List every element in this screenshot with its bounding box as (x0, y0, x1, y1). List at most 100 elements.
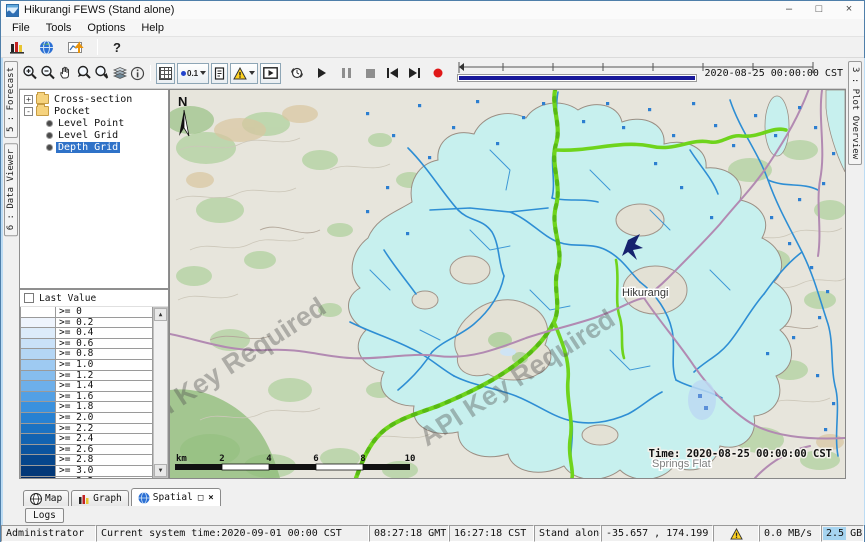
last-value-checkbox[interactable] (24, 293, 34, 303)
svg-text:4: 4 (266, 454, 272, 464)
tab-restore-icon[interactable]: □ (198, 493, 203, 503)
animation-settings-icon[interactable] (289, 63, 305, 84)
minimize-button[interactable]: – (774, 1, 804, 19)
status-memory: 2.5 GB (821, 525, 864, 542)
app-logo-icon (6, 4, 19, 17)
svg-text:6: 6 (313, 454, 318, 464)
menu-file[interactable]: File (4, 21, 38, 35)
maximize-button[interactable]: □ (804, 1, 834, 19)
node-bullet-icon (46, 132, 53, 139)
play-button[interactable] (315, 63, 329, 84)
menu-bar: File Tools Options Help (1, 19, 864, 36)
layers-icon[interactable] (112, 63, 128, 84)
legend-row[interactable]: >= 3.2 (20, 477, 153, 479)
status-mode: Stand alone (534, 525, 601, 542)
pause-button[interactable] (339, 63, 353, 84)
legend-scrollbar[interactable]: ▲ ▼ (153, 307, 168, 478)
legend-body: >= 0 >= 0.2 >= 0.4 >= 0.6 >= 0.8 >= 1.0 … (20, 307, 168, 478)
logs-row: Logs (19, 506, 846, 525)
last-value-label: Last Value (39, 293, 96, 304)
tab-spatial[interactable]: Spatial □ × (131, 488, 221, 506)
chevron-down-icon (200, 71, 206, 75)
status-coordinates: -35.657 , 174.199 (601, 525, 713, 542)
status-transfer-rate: 0.0 MB/s (759, 525, 821, 542)
skip-to-end-button[interactable] (407, 63, 421, 84)
left-dock-strip: 5 : Forecast 6 : Data Viewer (1, 58, 19, 525)
globe-icon (30, 493, 42, 505)
bar-chart-icon (78, 493, 90, 505)
tab-plot-overview[interactable]: 3 : Plot Overview (848, 61, 862, 165)
chevron-down-icon (249, 71, 255, 75)
tab-graph[interactable]: Graph (71, 490, 129, 506)
town-label: Hikurangi (622, 287, 668, 299)
zoom-previous-icon[interactable] (76, 63, 92, 84)
status-bar: Administrator Current system time:2020-0… (1, 525, 864, 542)
right-dock-strip: 3 : Plot Overview (846, 58, 865, 525)
map-time-label: Time: 2020-08-25 00:00:00 CST (649, 448, 832, 460)
svg-text:10: 10 (405, 454, 416, 464)
status-gmt-time: 08:27:18 GMT (369, 525, 449, 542)
labels-button[interactable] (211, 63, 228, 84)
node-bullet-icon (46, 120, 53, 127)
record-button[interactable] (431, 63, 445, 84)
warning-icon (730, 528, 743, 540)
bottom-tab-bar: Map Graph Spatial □ × (19, 488, 846, 506)
tree-item-level-grid[interactable]: Level Grid (20, 129, 168, 141)
collapse-icon[interactable]: - (24, 107, 33, 116)
status-system-time: Current system time:2020-09-01 00:00 CST (96, 525, 369, 542)
title-bar: Hikurangi FEWS (Stand alone) – □ × (1, 1, 864, 19)
menu-options[interactable]: Options (79, 21, 133, 35)
toolbar-separator (97, 39, 98, 55)
map-toolbar: 0.1 2020-08- (19, 58, 846, 89)
time-slider[interactable] (457, 61, 696, 85)
help-button[interactable]: ? (109, 40, 125, 55)
menu-help[interactable]: Help (133, 21, 172, 35)
tab-map[interactable]: Map (23, 490, 69, 506)
main-toolbar: ? (1, 36, 864, 58)
grid-display-button[interactable] (156, 63, 175, 84)
map-view[interactable]: API Key Required API Key Required N km 2… (169, 89, 846, 479)
zoom-out-icon[interactable] (40, 63, 56, 84)
status-local-time: 16:27:18 CST (449, 525, 534, 542)
thresholds-dropdown[interactable] (230, 63, 258, 84)
globe-display-icon[interactable] (36, 37, 57, 58)
status-user: Administrator (1, 525, 96, 542)
toolbar-separator (150, 65, 151, 81)
tree-item-depth-grid[interactable]: Depth Grid (20, 141, 168, 153)
tree-item-level-point[interactable]: Level Point (20, 117, 168, 129)
folder-icon (36, 94, 49, 104)
svg-text:8: 8 (360, 454, 365, 464)
database-viewer-icon[interactable] (7, 37, 28, 58)
tab-close-icon[interactable]: × (208, 493, 213, 503)
animate-window-button[interactable] (260, 63, 281, 84)
skip-to-start-button[interactable] (385, 63, 399, 84)
map-canvas: API Key Required API Key Required N km 2… (170, 90, 845, 478)
classbreaks-dropdown[interactable]: 0.1 (177, 63, 209, 84)
zoom-in-icon[interactable] (22, 63, 38, 84)
pan-hand-icon[interactable] (58, 63, 74, 84)
globe-icon (138, 492, 150, 504)
window-title: Hikurangi FEWS (Stand alone) (24, 4, 174, 16)
tree-item-pocket[interactable]: - Pocket (20, 105, 168, 117)
status-warning[interactable] (713, 525, 759, 542)
tab-forecast[interactable]: 5 : Forecast (4, 61, 18, 138)
zoom-next-icon[interactable] (94, 63, 110, 84)
folder-icon (36, 106, 49, 116)
svg-text:N: N (178, 94, 187, 109)
info-icon[interactable] (130, 63, 145, 84)
expand-icon[interactable]: + (24, 95, 33, 104)
scroll-down-icon[interactable]: ▼ (154, 464, 167, 477)
scroll-up-icon[interactable]: ▲ (154, 308, 167, 321)
legend-panel: Last Value >= 0 >= 0.2 >= 0.4 >= 0.6 >= … (19, 289, 169, 479)
close-button[interactable]: × (834, 1, 864, 19)
legend-header: Last Value (20, 290, 168, 307)
tab-data-viewer[interactable]: 6 : Data Viewer (4, 143, 18, 236)
node-bullet-icon (46, 144, 53, 151)
svg-text:2: 2 (219, 454, 224, 464)
stop-button[interactable] (363, 63, 377, 84)
left-panel: + Cross-section - Pocket Level Point Lev… (19, 89, 169, 479)
menu-tools[interactable]: Tools (38, 21, 80, 35)
timeseries-display-icon[interactable] (65, 37, 86, 58)
svg-text:km: km (176, 454, 187, 464)
logs-tab[interactable]: Logs (25, 508, 64, 523)
